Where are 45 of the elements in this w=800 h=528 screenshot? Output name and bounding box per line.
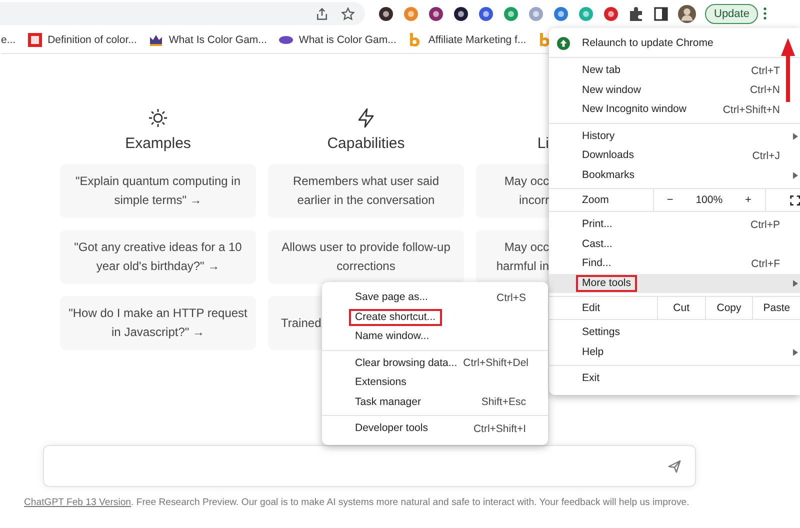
footer-text: ChatGPT Feb 13 Version. Free Research Preview. Our goal is to make AI systems more natural and safe to interact with. Your feedback will help us improve. (24, 497, 690, 508)
menu-item[interactable]: Help (549, 342, 800, 362)
menu-item[interactable]: New tab Ctrl+T (549, 61, 800, 80)
bookmark-link[interactable]: Definition of color... (48, 34, 137, 46)
zoom-out-button[interactable]: − (662, 194, 678, 206)
column-title: Li (537, 135, 549, 152)
menu-item[interactable]: Save page as... Ctrl+S (322, 288, 548, 308)
prompt-card[interactable]: "Got any creative ideas for a 10 year old's birthday?" → (60, 230, 256, 284)
prompt-card[interactable]: Remembers what user said earlier in the conversation (268, 164, 464, 218)
menu-item[interactable]: Cast... (549, 234, 800, 254)
prompt-card[interactable]: "How do I make an HTTP request in Javascript?" → (60, 296, 256, 350)
prompt-card[interactable]: Trained (268, 296, 322, 350)
bookmark-link[interactable]: What Is Color Gam... (168, 34, 267, 46)
column-title: Capabilities (327, 135, 405, 152)
zoom-level: 100% (696, 194, 723, 206)
menu-item[interactable]: Name window... (322, 327, 548, 346)
menu-item[interactable]: New Incognito window Ctrl+Shift+N (549, 100, 800, 120)
menu-item[interactable]: Clear browsing data... Ctrl+Shift+Del (322, 354, 548, 373)
zoom-label: Zoom (581, 194, 610, 206)
version-link[interactable]: ChatGPT Feb 13 Version (24, 497, 132, 508)
bookmark-link[interactable]: e... (1, 34, 16, 46)
menu-item[interactable]: Exit (549, 369, 800, 388)
menu-item[interactable]: Find... Ctrl+F (549, 254, 800, 274)
menu-item[interactable]: Bookmarks (549, 166, 800, 185)
menu-item[interactable]: Print... Ctrl+P (549, 215, 800, 234)
bookmark-link[interactable]: Affiliate Marketing f... (428, 34, 526, 46)
prompt-card[interactable]: May occ harmful in (476, 230, 549, 284)
menu-item[interactable]: New window Ctrl+N (549, 80, 800, 100)
menu-item[interactable]: Task manager Shift+Esc (322, 392, 548, 412)
update-button[interactable]: Update (705, 4, 758, 24)
menu-item[interactable]: Extensions (322, 373, 548, 392)
menu-item[interactable]: Developer tools Ctrl+Shift+I (322, 419, 548, 438)
relaunch-menu-item[interactable]: Relaunch to update Chrome (549, 32, 800, 54)
prompt-card[interactable]: May occ incorr (476, 164, 549, 218)
edit-label: Edit (581, 302, 602, 314)
prompt-card[interactable]: "Explain quantum computing in simple terms" → (60, 164, 256, 218)
menu-item[interactable]: Settings (549, 323, 800, 342)
menu-item[interactable]: Downloads Ctrl+J (549, 146, 800, 166)
menu-item[interactable]: Create shortcut... (322, 308, 548, 327)
column-title: Examples (125, 135, 191, 152)
bookmark-link[interactable]: What is Color Gam... (298, 34, 396, 46)
menu-item[interactable]: History (549, 126, 800, 146)
zoom-in-button[interactable]: + (740, 194, 756, 206)
menu-item[interactable]: More tools (549, 274, 800, 293)
prompt-card[interactable]: Allows user to provide follow-up corrections (268, 230, 464, 284)
